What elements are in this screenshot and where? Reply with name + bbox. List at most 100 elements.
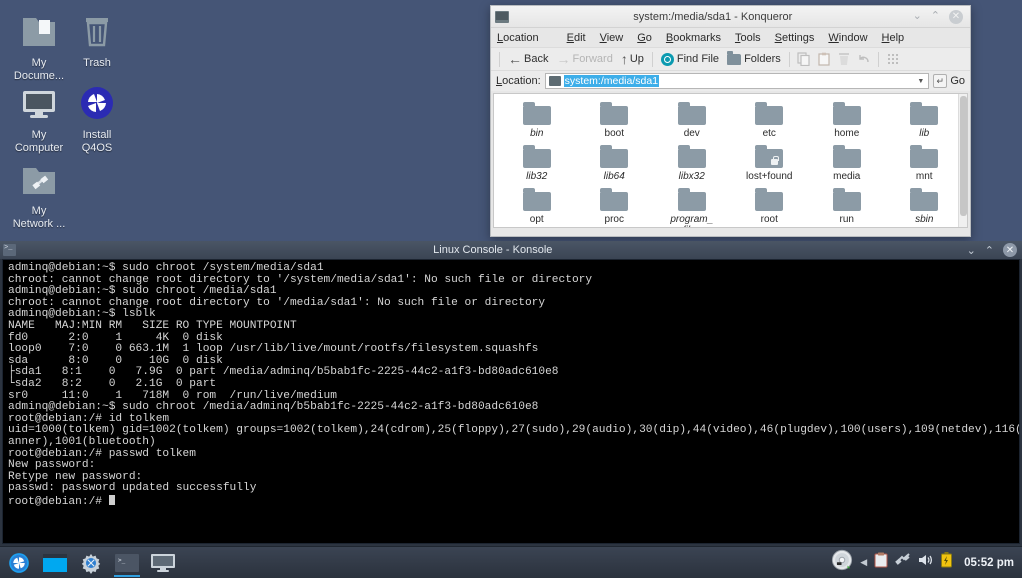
- terminal-output: adminq@debian:~$ sudo chroot /system/med…: [3, 260, 1019, 508]
- file-item[interactable]: media: [808, 143, 886, 186]
- konsole-window[interactable]: Linux Console - Konsole ⌄ ⌃ ✕ adminq@deb…: [0, 241, 1022, 546]
- up-button[interactable]: ↑ Up: [617, 49, 648, 69]
- file-item[interactable]: lost+found: [731, 143, 809, 186]
- taskbar-item-konqueror[interactable]: [148, 549, 178, 577]
- close-icon[interactable]: ✕: [1003, 243, 1017, 257]
- system-tray: ◀ 05:52 pm: [831, 549, 1022, 576]
- menu-item-tools[interactable]: Tools: [735, 32, 761, 44]
- clock[interactable]: 05:52 pm: [964, 557, 1014, 569]
- delete-icon[interactable]: [837, 52, 851, 66]
- menu-item-bookmarks[interactable]: Bookmarks: [666, 32, 721, 44]
- file-item-label: sbin: [915, 214, 934, 225]
- folders-button[interactable]: Folders: [723, 49, 785, 69]
- minimize-icon[interactable]: ⌄: [967, 244, 976, 257]
- folder-icon: [498, 188, 576, 211]
- undo-icon[interactable]: [857, 52, 871, 66]
- close-icon[interactable]: ✕: [949, 9, 963, 24]
- menu-item-view[interactable]: View: [600, 32, 624, 44]
- location-label: Location:: [496, 75, 541, 87]
- clipboard-icon[interactable]: [874, 552, 888, 573]
- folder-icon: [653, 188, 731, 211]
- desktop-icon-label: My Network ...: [12, 205, 66, 230]
- locked-folder-icon: [731, 145, 809, 168]
- file-item-label: libx32: [678, 171, 705, 182]
- go-button[interactable]: ↵ Go: [933, 74, 965, 88]
- folder-icon: [731, 188, 809, 211]
- konsole-title-bar[interactable]: Linux Console - Konsole ⌄ ⌃ ✕: [0, 241, 1022, 259]
- network-icon[interactable]: [895, 553, 911, 572]
- file-item[interactable]: bin: [498, 100, 576, 143]
- toolbar-separator: [499, 51, 500, 67]
- dvd-disc-icon[interactable]: [831, 549, 853, 576]
- konqueror-file-view[interactable]: bin boot dev etc home lib lib32 lib64 libx32 lost…: [493, 93, 968, 228]
- lock-icon: [771, 156, 779, 165]
- taskbar: >_ ◀ 05:52 pm: [0, 546, 1022, 578]
- minimize-icon[interactable]: ⌄: [913, 11, 922, 22]
- taskbar-item-settings[interactable]: [76, 549, 106, 577]
- location-input[interactable]: system:/media/sda1 ▼: [544, 73, 930, 89]
- menu-item-location[interactable]: Location: [497, 32, 553, 44]
- copy-icon[interactable]: [797, 52, 811, 67]
- file-item-label: run: [839, 214, 854, 225]
- taskbar-task-area: >_: [0, 549, 831, 577]
- file-item[interactable]: sbin: [886, 186, 964, 227]
- paste-icon[interactable]: [817, 52, 831, 66]
- folders-label: Folders: [744, 53, 781, 65]
- taskbar-item-konsole[interactable]: >_: [112, 549, 142, 577]
- arrow-left-icon[interactable]: ◀: [860, 557, 867, 568]
- folder-icon: [731, 102, 809, 125]
- file-item[interactable]: boot: [576, 100, 654, 143]
- up-button-label: Up: [629, 53, 644, 65]
- battery-icon[interactable]: [941, 552, 953, 573]
- file-item[interactable]: opt: [498, 186, 576, 227]
- file-item[interactable]: mnt: [886, 143, 964, 186]
- konsole-terminal-area[interactable]: adminq@debian:~$ sudo chroot /system/med…: [2, 259, 1020, 544]
- maximize-icon[interactable]: ⌃: [985, 244, 994, 257]
- menu-item-edit[interactable]: Edit: [567, 32, 586, 44]
- file-item[interactable]: lib64: [576, 143, 654, 186]
- taskbar-item-window-blue[interactable]: [40, 549, 70, 577]
- file-item[interactable]: lib: [886, 100, 964, 143]
- desktop-icon-my-network[interactable]: My Network ...: [0, 156, 78, 231]
- find-file-button[interactable]: Find File: [657, 49, 723, 69]
- file-item[interactable]: lib32: [498, 143, 576, 186]
- volume-icon[interactable]: [918, 553, 934, 572]
- folder-icon: [808, 188, 886, 211]
- folder-icon: [886, 145, 964, 168]
- desktop-icon-trash[interactable]: Trash: [58, 8, 136, 70]
- folder-icon: [808, 145, 886, 168]
- file-item[interactable]: etc: [731, 100, 809, 143]
- konqueror-window[interactable]: system:/media/sda1 - Konqueror ⌄ ⌃ ✕ Loc…: [490, 5, 971, 237]
- arrow-up-icon: ↑: [620, 51, 628, 67]
- terminal-icon: >_: [115, 553, 139, 572]
- file-item[interactable]: program_ files: [653, 186, 731, 227]
- konqueror-title-bar[interactable]: system:/media/sda1 - Konqueror ⌄ ⌃ ✕: [491, 6, 970, 28]
- menu-item-settings[interactable]: Settings: [775, 32, 815, 44]
- file-item[interactable]: proc: [576, 186, 654, 227]
- back-button-label: Back: [524, 53, 549, 65]
- file-item[interactable]: home: [808, 100, 886, 143]
- gear-icon: [81, 553, 101, 574]
- start-menu-button[interactable]: [4, 549, 34, 577]
- file-item-label: lib64: [603, 171, 625, 182]
- menu-item-go[interactable]: Go: [637, 32, 652, 44]
- menu-item-window[interactable]: Window: [828, 32, 867, 44]
- terminal-cursor: [108, 494, 115, 505]
- chevron-down-icon[interactable]: ▼: [917, 78, 924, 85]
- vertical-scrollbar[interactable]: [958, 94, 967, 227]
- file-grid: bin boot dev etc home lib lib32 lib64 libx32 lost…: [494, 94, 967, 227]
- toolbar-separator: [651, 51, 653, 67]
- maximize-icon[interactable]: ⌃: [931, 11, 940, 22]
- file-item[interactable]: dev: [653, 100, 731, 143]
- desktop-icon-install-q4os[interactable]: Install Q4OS: [58, 80, 136, 155]
- file-item[interactable]: run: [808, 186, 886, 227]
- menu-item-help[interactable]: Help: [882, 32, 905, 44]
- konqueror-location-bar: Location: system:/media/sda1 ▼ ↵ Go: [491, 71, 970, 91]
- forward-button-label: Forward: [572, 53, 613, 65]
- file-item[interactable]: libx32: [653, 143, 731, 186]
- file-item[interactable]: root: [731, 186, 809, 227]
- scrollbar-thumb[interactable]: [960, 96, 967, 216]
- folder-icon: [498, 145, 576, 168]
- back-button[interactable]: ← Back: [504, 49, 552, 69]
- grid-view-icon[interactable]: [886, 52, 900, 66]
